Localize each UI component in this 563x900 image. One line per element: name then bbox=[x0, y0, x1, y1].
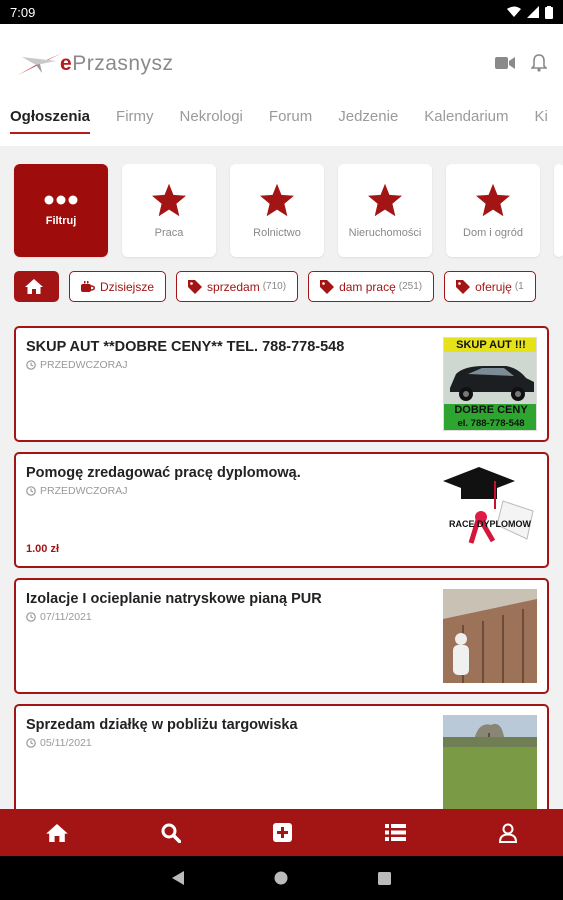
coffee-icon bbox=[81, 280, 95, 292]
filter-chips: Dzisiejsze sprzedam (710) dam pracę (251) … bbox=[14, 271, 536, 302]
listing-date: 05/11/2021 bbox=[26, 737, 92, 749]
add-icon[interactable] bbox=[273, 823, 293, 842]
chip-dzisiejsze[interactable]: Dzisiejsze bbox=[69, 271, 167, 302]
listing-card[interactable]: Sprzedam działkę w pobliżu targowiska 05… bbox=[14, 704, 549, 820]
category-rolnictwo[interactable]: Rolnictwo bbox=[230, 164, 324, 257]
star-icon bbox=[152, 183, 186, 216]
video-camera-icon[interactable] bbox=[495, 56, 515, 70]
listing-thumbnail bbox=[443, 589, 537, 683]
status-bar: 7:09 bbox=[0, 0, 563, 24]
listing-date: PRZEDWCZORAJ bbox=[26, 359, 128, 371]
listing-title: Pomogę zredagować pracę dyplomową. bbox=[26, 465, 301, 481]
listing-title: Izolacje I ocieplanie natryskowe pianą P… bbox=[26, 591, 322, 607]
category-tiles: Filtruj Praca Rolnictwo Nieruchomości Do… bbox=[14, 164, 563, 257]
category-label: Praca bbox=[154, 226, 184, 239]
back-icon[interactable] bbox=[172, 871, 184, 885]
chip-dam-prace[interactable]: dam pracę (251) bbox=[308, 271, 435, 302]
listing-card[interactable]: SKUP AUT **DOBRE CENY** TEL. 788-778-548… bbox=[14, 326, 549, 442]
listing-thumbnail bbox=[443, 715, 537, 809]
clock-icon bbox=[26, 360, 36, 370]
listing-title: SKUP AUT **DOBRE CENY** TEL. 788-778-548 bbox=[26, 339, 345, 355]
star-icon bbox=[260, 183, 294, 216]
category-nieruchomosci[interactable]: Nieruchomości bbox=[338, 164, 432, 257]
signal-icon bbox=[527, 6, 539, 18]
clock-icon bbox=[26, 486, 36, 496]
bell-icon[interactable] bbox=[531, 54, 547, 72]
listing-price: 1.00 zł bbox=[26, 543, 60, 555]
app-bar: ePrzasnysz Ogłoszenia Firmy Nekrologi Fo… bbox=[0, 24, 563, 146]
listing-card[interactable]: Pomogę zredagować pracę dyplomową. PRZED… bbox=[14, 452, 549, 568]
recents-icon[interactable] bbox=[378, 871, 391, 885]
category-dom-i-ogrod[interactable]: Dom i ogród bbox=[446, 164, 540, 257]
home-circle-icon[interactable] bbox=[274, 871, 288, 885]
tab-jedzenie[interactable]: Jedzenie bbox=[325, 106, 411, 146]
tab-firmy[interactable]: Firmy bbox=[103, 106, 167, 146]
listing-thumbnail: SKUP AUT !!! DOBRE CENY el. 788-778-548 bbox=[443, 337, 537, 431]
home-icon[interactable] bbox=[46, 823, 69, 842]
system-nav-bar bbox=[0, 856, 563, 900]
tab-nekrologi[interactable]: Nekrologi bbox=[167, 106, 256, 146]
chip-oferuje[interactable]: oferuję (1 bbox=[444, 271, 536, 302]
top-tabs: Ogłoszenia Firmy Nekrologi Forum Jedzeni… bbox=[0, 106, 563, 146]
tab-partial[interactable]: Ki bbox=[522, 106, 561, 146]
user-icon[interactable] bbox=[498, 823, 517, 843]
clock-icon bbox=[26, 738, 36, 748]
listing-date: 07/11/2021 bbox=[26, 611, 92, 623]
status-time: 7:09 bbox=[10, 4, 36, 20]
category-praca[interactable]: Praca bbox=[122, 164, 216, 257]
tab-forum[interactable]: Forum bbox=[256, 106, 325, 146]
listings: SKUP AUT **DOBRE CENY** TEL. 788-778-548… bbox=[14, 326, 549, 830]
list-icon[interactable] bbox=[385, 824, 407, 841]
tab-ogloszenia[interactable]: Ogłoszenia bbox=[0, 106, 103, 146]
category-label: Dom i ogród bbox=[463, 226, 523, 239]
home-icon bbox=[25, 279, 43, 294]
listing-thumbnail: RACE DYPLOMOW bbox=[443, 463, 537, 557]
tab-kalendarium[interactable]: Kalendarium bbox=[411, 106, 521, 146]
listing-date: PRZEDWCZORAJ bbox=[26, 485, 128, 497]
chip-sprzedam[interactable]: sprzedam (710) bbox=[176, 271, 299, 302]
tag-icon bbox=[188, 279, 203, 294]
app-logo[interactable]: ePrzasnysz bbox=[16, 51, 174, 77]
chip-home[interactable] bbox=[14, 271, 59, 302]
tag-icon bbox=[320, 279, 335, 294]
category-filter-button[interactable]: Filtruj bbox=[14, 164, 108, 257]
category-label: Filtruj bbox=[45, 214, 77, 227]
clock-icon bbox=[26, 612, 36, 622]
listing-card[interactable]: Izolacje I ocieplanie natryskowe pianą P… bbox=[14, 578, 549, 694]
tag-icon bbox=[456, 279, 471, 294]
wifi-icon bbox=[507, 6, 521, 17]
category-label: Nieruchomości bbox=[348, 226, 422, 239]
listing-title: Sprzedam działkę w pobliżu targowiska bbox=[26, 717, 298, 733]
star-icon bbox=[368, 183, 402, 216]
star-icon bbox=[476, 183, 510, 216]
plane-logo-icon bbox=[18, 53, 62, 75]
dots-icon bbox=[44, 195, 78, 204]
battery-icon bbox=[545, 5, 553, 19]
category-partial[interactable] bbox=[554, 164, 563, 257]
category-label: Rolnictwo bbox=[253, 226, 301, 239]
bottom-nav bbox=[0, 809, 563, 856]
search-icon[interactable] bbox=[161, 823, 181, 843]
